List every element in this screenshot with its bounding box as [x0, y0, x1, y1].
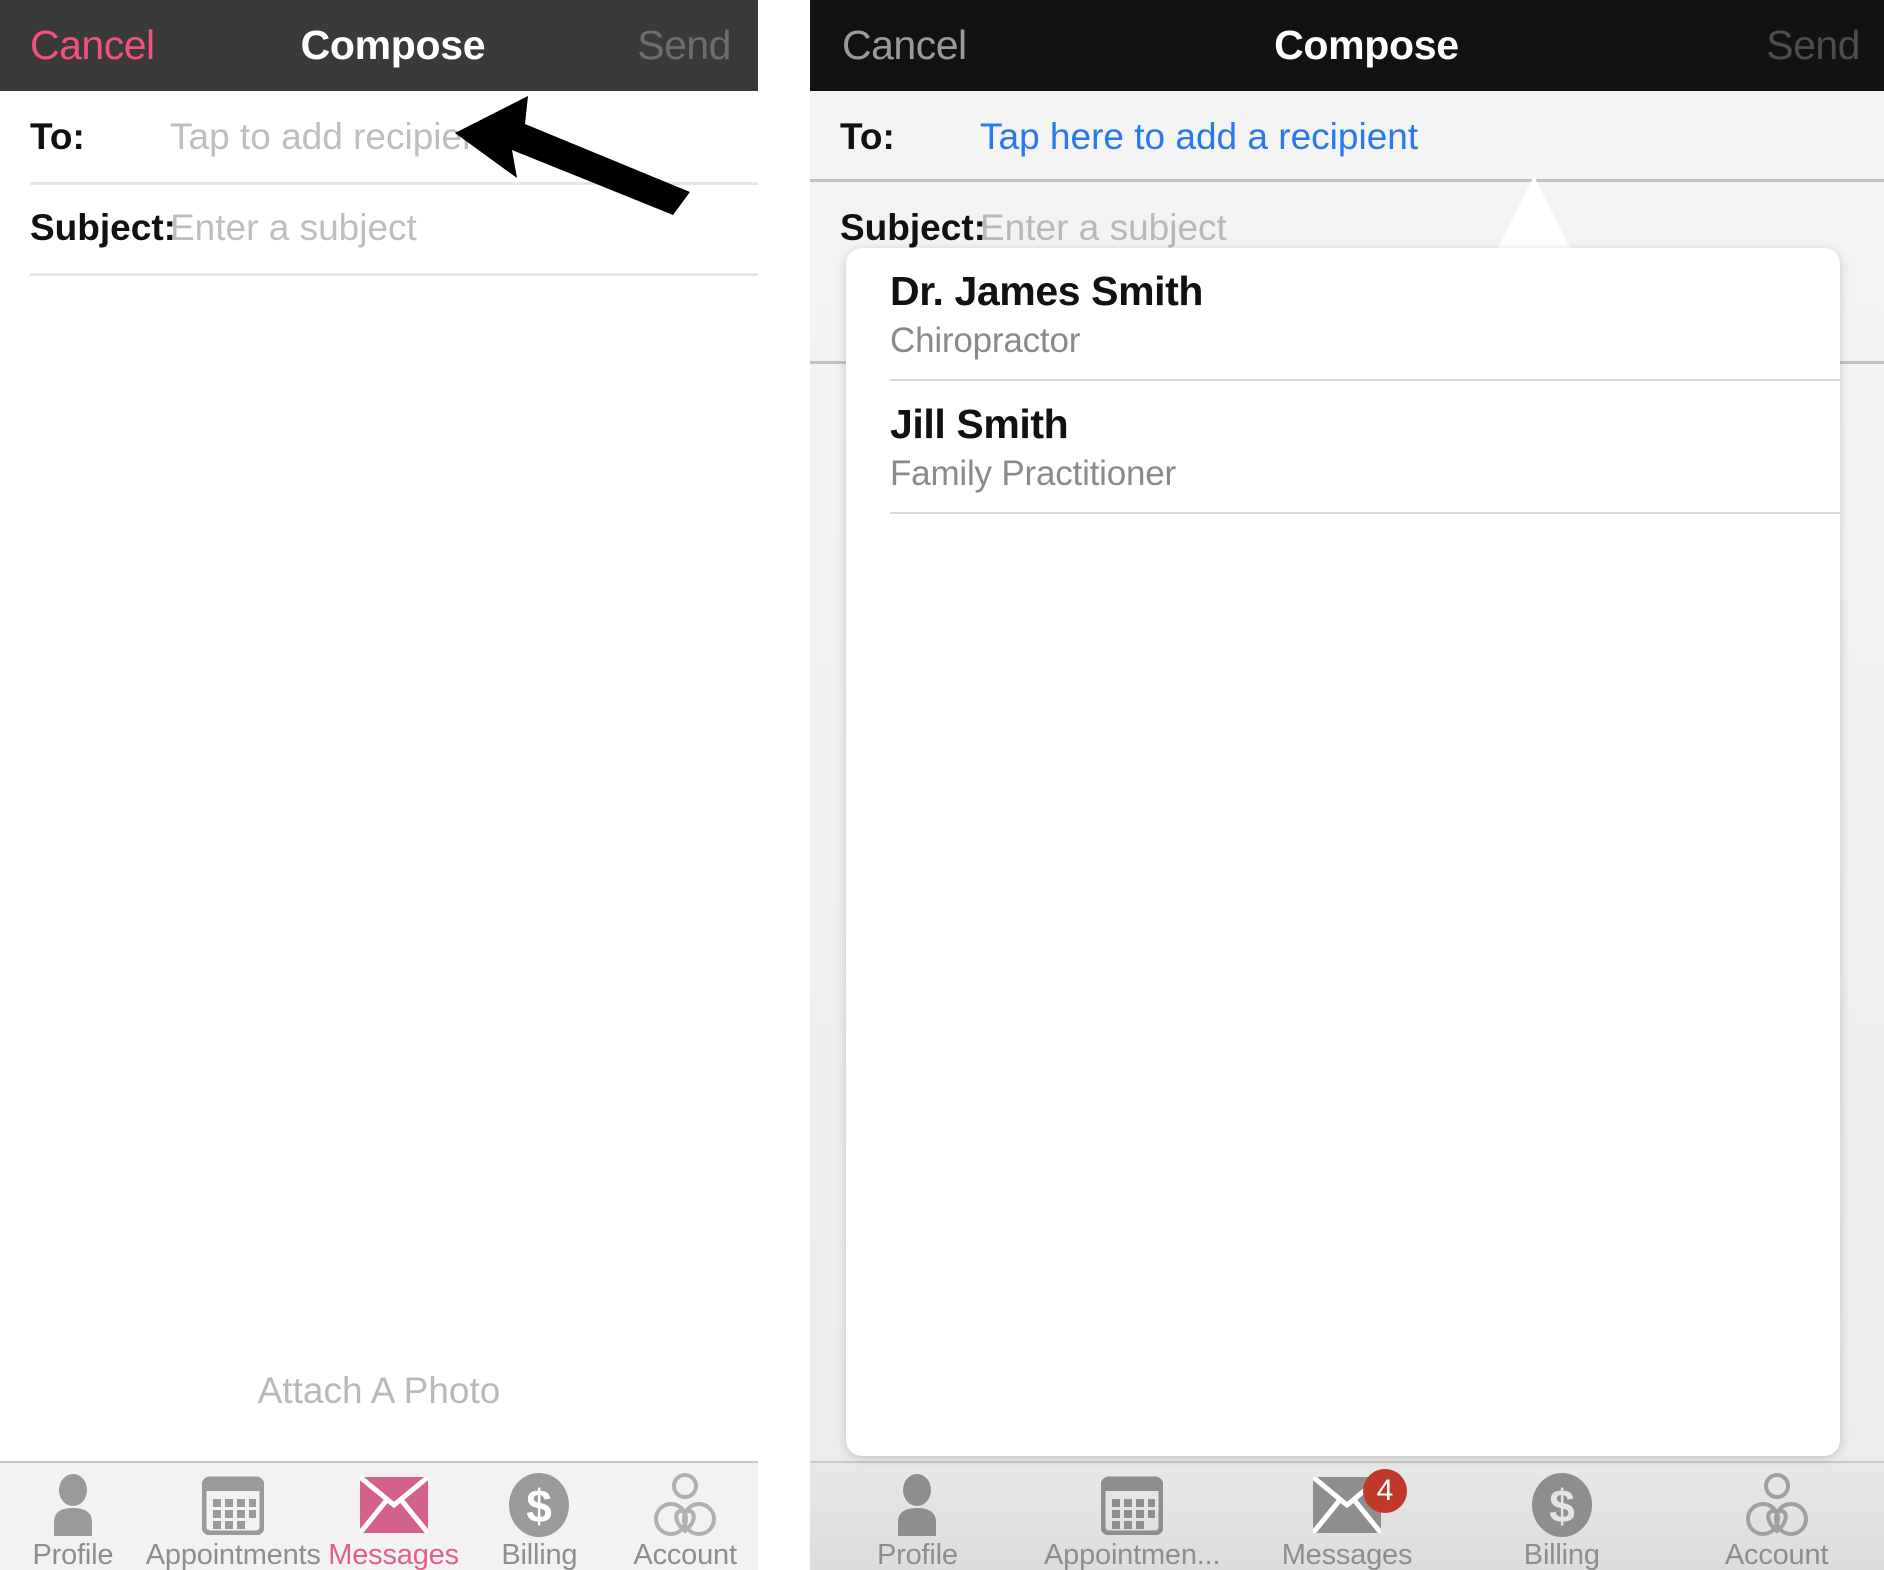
tab-label-appointments: Appointments	[145, 1539, 321, 1570]
to-input[interactable]: Tap here to add a recipient	[980, 116, 1418, 158]
subject-input[interactable]: Enter a subject	[170, 207, 417, 249]
tab-label-messages: Messages	[1281, 1539, 1413, 1570]
tab-profile[interactable]: Profile	[810, 1463, 1025, 1570]
tab-messages[interactable]: 4 Messages	[1240, 1463, 1455, 1570]
svg-text:$: $	[527, 1480, 553, 1532]
heart-person-icon	[653, 1473, 717, 1536]
to-field-row[interactable]: To: Tap to add recipient	[0, 91, 758, 182]
left-navigation-bar: Cancel Compose Send	[0, 0, 758, 91]
tab-label-account: Account	[1724, 1539, 1829, 1570]
tab-label-billing: Billing	[1523, 1539, 1600, 1570]
tab-label-messages: Messages	[328, 1539, 459, 1570]
tab-account[interactable]: Account	[612, 1463, 758, 1570]
left-compose-form: To: Tap to add recipient Subject: Enter …	[0, 91, 758, 276]
list-item[interactable]: Jill Smith Family Practitioner	[846, 381, 1840, 512]
recipient-name: Dr. James Smith	[890, 268, 1204, 314]
recipient-name: Jill Smith	[890, 401, 1069, 447]
person-icon	[886, 1474, 948, 1536]
popover-caret	[1498, 176, 1570, 248]
left-tab-bar: Profile Appointments Messages $ Billing …	[0, 1461, 758, 1570]
send-button[interactable]: Send	[1766, 22, 1860, 69]
list-item[interactable]: Dr. James Smith Chiropractor	[846, 248, 1840, 379]
to-label: To:	[840, 115, 895, 157]
list-divider	[890, 512, 1840, 514]
left-phone-screen: Cancel Compose Send To: Tap to add recip…	[0, 0, 758, 1570]
right-navigation-bar: Cancel Compose Send	[810, 0, 1884, 91]
tab-billing[interactable]: $ Billing	[466, 1463, 612, 1570]
heart-person-icon	[1745, 1473, 1809, 1536]
subject-field-row[interactable]: Subject: Enter a subject	[0, 182, 758, 273]
tab-account[interactable]: Account	[1669, 1463, 1884, 1570]
subject-label: Subject:	[840, 206, 986, 248]
to-field-row[interactable]: To: Tap here to add a recipient	[810, 91, 1884, 182]
messages-badge: 4	[1362, 1469, 1407, 1513]
to-input[interactable]: Tap to add recipient	[170, 116, 493, 158]
tab-profile[interactable]: Profile	[0, 1463, 146, 1570]
dollar-icon: $	[507, 1473, 571, 1537]
page-title: Compose	[300, 22, 486, 68]
envelope-icon: 4	[1312, 1469, 1407, 1535]
tab-label-profile: Profile	[32, 1539, 114, 1570]
calendar-icon	[202, 1475, 265, 1535]
calendar-icon	[1101, 1475, 1164, 1535]
tab-messages[interactable]: Messages	[321, 1463, 467, 1570]
tab-billing[interactable]: $ Billing	[1454, 1463, 1669, 1570]
recipient-specialty: Family Practitioner	[890, 454, 1176, 493]
page-title: Compose	[1274, 22, 1459, 68]
cancel-button[interactable]: Cancel	[842, 22, 967, 69]
dollar-icon: $	[1530, 1473, 1594, 1537]
tab-appointments[interactable]: Appointments	[146, 1463, 321, 1570]
tab-label-account: Account	[633, 1539, 737, 1570]
envelope-icon	[359, 1475, 428, 1535]
right-tab-bar: Profile Appointmen... 4 Messages $ Billi…	[810, 1461, 1884, 1570]
svg-text:$: $	[1549, 1480, 1575, 1532]
recipient-picker-popover: Dr. James Smith Chiropractor Jill Smith …	[846, 248, 1840, 1456]
recipient-specialty: Chiropractor	[890, 321, 1081, 360]
tab-label-billing: Billing	[501, 1539, 578, 1570]
right-phone-screen: Cancel Compose Send To: Tap here to add …	[810, 0, 1884, 1570]
attach-photo-button[interactable]: Attach A Photo	[0, 1370, 758, 1412]
send-button[interactable]: Send	[637, 22, 731, 69]
subject-label: Subject:	[30, 206, 176, 248]
tab-label-profile: Profile	[876, 1539, 958, 1570]
person-icon	[42, 1474, 104, 1536]
subject-input[interactable]: Enter a subject	[980, 207, 1227, 249]
cancel-button[interactable]: Cancel	[30, 22, 155, 69]
subject-field-divider	[30, 273, 758, 276]
tab-appointments[interactable]: Appointmen...	[1025, 1463, 1240, 1570]
to-label: To:	[30, 115, 85, 157]
tab-label-appointments: Appointmen...	[1044, 1539, 1221, 1570]
screenshot-stage: Cancel Compose Send To: Tap to add recip…	[0, 0, 1884, 1570]
